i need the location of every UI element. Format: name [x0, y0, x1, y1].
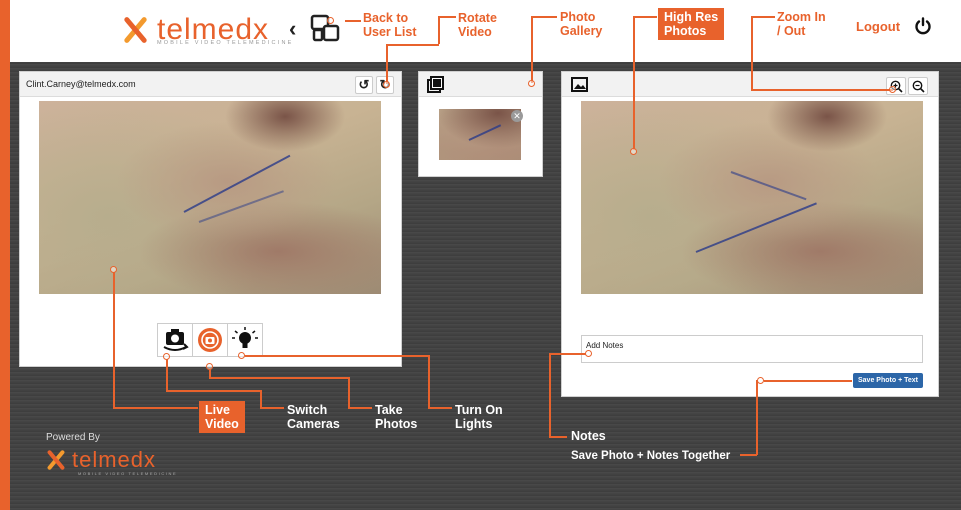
leader-line: [531, 16, 533, 83]
take-photo-button[interactable]: [192, 323, 228, 357]
close-icon[interactable]: ✕: [511, 110, 523, 122]
gallery-panel-header: [419, 72, 542, 97]
live-video-feed: [39, 101, 381, 294]
callout-rotate-video: Rotate Video: [458, 11, 497, 39]
leader-line: [428, 355, 430, 408]
callout-save-together: Save Photo + Notes Together: [571, 450, 731, 462]
camera-toolbar: [157, 323, 263, 357]
logo-mark-icon: [121, 16, 149, 44]
leader-line: [113, 272, 115, 408]
leader-dot: [238, 352, 245, 359]
leader-line: [113, 407, 198, 409]
leader-line: [166, 359, 168, 391]
high-res-photo-panel: Add Notes Save Photo + Text: [561, 71, 939, 397]
leader-line: [209, 377, 349, 379]
leader-line: [549, 353, 551, 437]
leader-dot: [383, 81, 390, 88]
footer-telmedx-logo: telmedx: [46, 446, 156, 474]
leader-dot: [528, 80, 535, 87]
leader-line: [260, 390, 262, 408]
leader-dot: [327, 17, 334, 24]
switch-camera-button[interactable]: [157, 323, 193, 357]
leader-line: [260, 407, 284, 409]
leader-dot: [757, 377, 764, 384]
logo-mark-icon: [46, 450, 66, 470]
user-email: Clint.Carney@telmedx.com: [26, 79, 136, 89]
callout-high-res-photos: High Res Photos: [658, 8, 725, 40]
chevron-left-icon[interactable]: ‹: [289, 16, 296, 42]
leader-dot: [585, 350, 592, 357]
leader-line: [633, 16, 635, 150]
photo-gallery-panel: ✕: [418, 71, 543, 177]
leader-line: [438, 16, 440, 44]
callout-live-video: Live Video: [199, 401, 245, 433]
leader-line: [428, 407, 452, 409]
leader-line: [764, 380, 852, 382]
power-icon[interactable]: [914, 17, 932, 35]
leader-line: [751, 89, 893, 91]
zoom-out-icon: [912, 80, 925, 93]
leader-line: [386, 44, 439, 46]
footer-logo-wordmark: telmedx: [72, 447, 157, 472]
notes-field[interactable]: Add Notes: [581, 335, 923, 363]
callout-zoom-in-out: Zoom In / Out: [777, 10, 826, 38]
callout-back-to-user-list: Back to User List: [363, 11, 417, 39]
highres-panel-header: [562, 72, 938, 97]
leader-line: [438, 16, 456, 18]
leader-line: [386, 44, 388, 84]
callout-notes: Notes: [571, 429, 606, 443]
callout-turn-on-lights: Turn On Lights: [455, 403, 503, 431]
user-list-icon[interactable]: [310, 14, 340, 42]
logout-link[interactable]: Logout: [856, 19, 900, 34]
capture-photo-icon: [198, 328, 222, 352]
leader-line: [245, 355, 429, 357]
leader-line: [633, 16, 657, 18]
zoom-in-button[interactable]: [886, 77, 906, 95]
footer-logo-tagline: MOBILE VIDEO TELEMEDICINE: [78, 471, 178, 476]
turn-on-lights-button[interactable]: [227, 323, 263, 357]
leader-line: [348, 377, 350, 408]
leader-line: [549, 353, 586, 355]
callout-take-photos: Take Photos: [375, 403, 418, 431]
leader-line: [166, 390, 261, 392]
image-icon: [571, 77, 588, 92]
switch-camera-icon: [163, 329, 189, 351]
leader-line: [348, 407, 372, 409]
leader-line: [345, 20, 361, 22]
callout-photo-gallery: Photo Gallery: [560, 10, 603, 38]
powered-by-label: Powered By: [46, 432, 100, 443]
zoom-out-button[interactable]: [908, 77, 928, 95]
video-panel-header: Clint.Carney@telmedx.com ↺ ↻: [20, 72, 401, 97]
callout-switch-cameras: Switch Cameras: [287, 403, 340, 431]
rotate-left-icon[interactable]: ↺: [355, 76, 373, 94]
leader-line: [751, 16, 753, 90]
leader-line: [549, 436, 567, 438]
gallery-icon: [427, 76, 444, 93]
gallery-thumbnail[interactable]: [439, 109, 521, 160]
leader-dot: [889, 86, 896, 93]
accent-stripe: [0, 0, 10, 510]
leader-line: [756, 380, 758, 455]
leader-line: [751, 16, 775, 18]
leader-line: [740, 454, 757, 456]
leader-dot: [630, 148, 637, 155]
leader-line: [531, 16, 557, 18]
save-photo-text-button[interactable]: Save Photo + Text: [853, 373, 923, 388]
logo-tagline: MOBILE VIDEO TELEMEDICINE: [157, 40, 294, 46]
light-bulb-icon: [232, 327, 258, 348]
live-video-panel: Clint.Carney@telmedx.com ↺ ↻: [19, 71, 402, 367]
